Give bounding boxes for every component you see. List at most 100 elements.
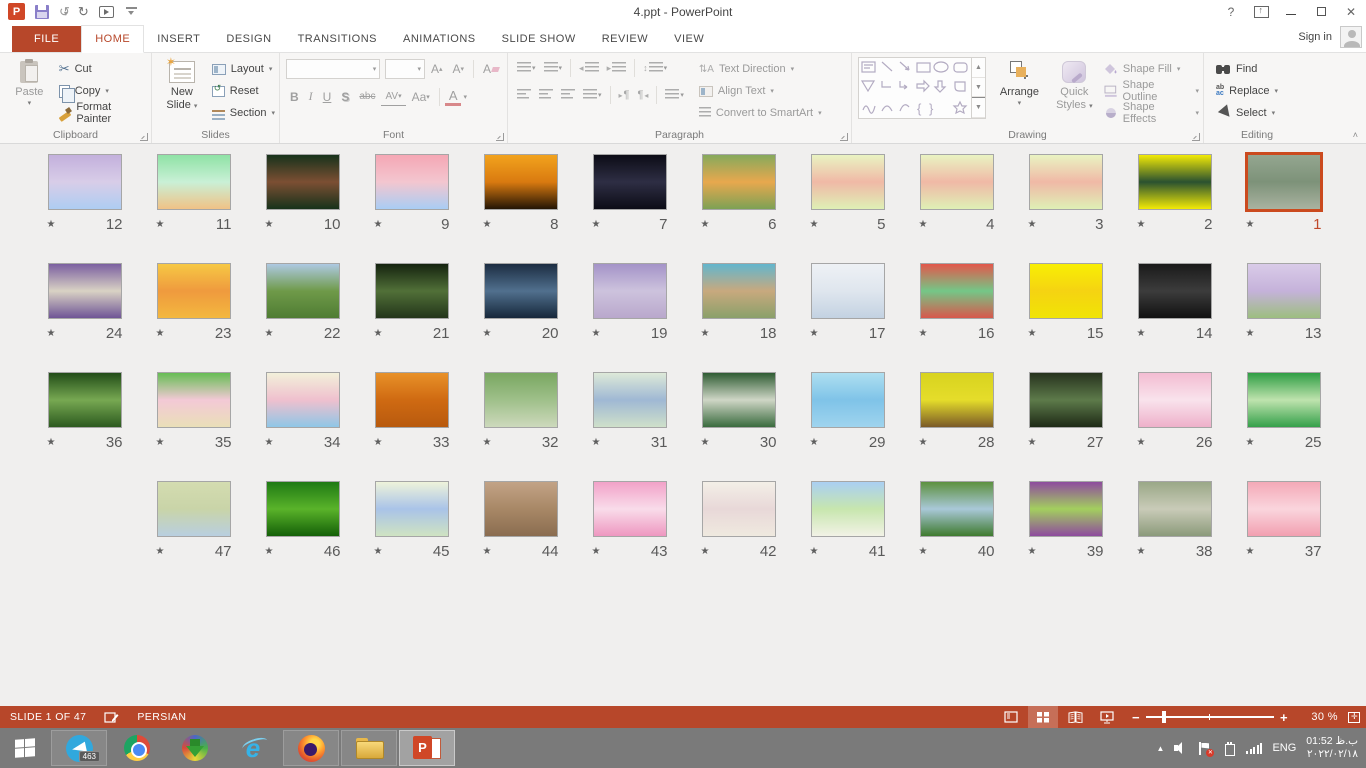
slide-thumbnail-17-child-photo-light[interactable] bbox=[811, 263, 885, 319]
slide-number-indicator[interactable]: SLIDE 1 OF 47 bbox=[10, 711, 86, 723]
slide-thumbnail-29-emoji-list-cyan[interactable] bbox=[811, 372, 885, 428]
taskbar-chrome[interactable] bbox=[109, 730, 165, 766]
slide-thumbnail-28-horse-in-yellow-field[interactable] bbox=[920, 372, 994, 428]
slide-thumbnail-46-quran-book-green[interactable] bbox=[266, 481, 340, 537]
taskbar-internet-explorer[interactable]: e bbox=[225, 730, 281, 766]
shape-gallery-scrollbar[interactable]: ▲ ▼ ▼ bbox=[971, 58, 985, 118]
slide-thumbnail-3-word-table-green-pink[interactable] bbox=[1029, 154, 1103, 210]
tab-review[interactable]: REVIEW bbox=[589, 26, 661, 52]
ribbon-display-options-button[interactable] bbox=[1246, 0, 1276, 23]
slide-thumbnail-39-table-purple-green[interactable] bbox=[1029, 481, 1103, 537]
select-caret-icon[interactable]: ▾ bbox=[1272, 109, 1276, 117]
zoom-in-button[interactable]: + bbox=[1280, 710, 1288, 725]
power-icon[interactable] bbox=[1221, 742, 1236, 754]
zoom-out-button[interactable]: − bbox=[1132, 710, 1140, 725]
slide-sorter-view-button[interactable] bbox=[1028, 706, 1058, 728]
slide-thumbnail-5-word-table-green-pink[interactable] bbox=[811, 154, 885, 210]
slide-thumbnail-43-table-pink[interactable] bbox=[593, 481, 667, 537]
select-button[interactable]: Select▾ bbox=[1216, 104, 1306, 122]
slide-thumbnail-31-two-photos-light[interactable] bbox=[593, 372, 667, 428]
slide-thumbnail-26-blossom-pink[interactable] bbox=[1138, 372, 1212, 428]
slide-thumbnail-15-sunflowers-yellow[interactable] bbox=[1029, 263, 1103, 319]
start-from-beginning-icon[interactable] bbox=[99, 6, 114, 18]
slide-thumbnail-8-horses-sunset[interactable] bbox=[484, 154, 558, 210]
slide-thumbnail-12-text-purple-blue[interactable] bbox=[48, 154, 122, 210]
slide-thumbnail-7-night-tower-photo[interactable] bbox=[593, 154, 667, 210]
slide-thumbnail-40-lake-landscape[interactable] bbox=[920, 481, 994, 537]
collapse-ribbon-icon[interactable]: ˄ bbox=[1353, 130, 1358, 140]
undo-button[interactable]: ↺▾ bbox=[59, 3, 68, 21]
replace-caret-icon[interactable]: ▾ bbox=[1275, 87, 1279, 95]
slide-thumbnail-27-waterfall-dark[interactable] bbox=[1029, 372, 1103, 428]
tab-file[interactable]: FILE bbox=[12, 26, 81, 52]
slide-thumbnail-18-village-house-teal[interactable] bbox=[702, 263, 776, 319]
tab-slide-show[interactable]: SLIDE SHOW bbox=[489, 26, 589, 52]
zoom-slider[interactable] bbox=[1146, 716, 1274, 718]
customize-qat-icon[interactable] bbox=[126, 7, 137, 16]
slide-thumbnail-6-word-cards-on-green[interactable] bbox=[702, 154, 776, 210]
drawing-dialog-launcher-icon[interactable] bbox=[1192, 133, 1200, 141]
slide-thumbnail-19-mosque-crowd-purple[interactable] bbox=[593, 263, 667, 319]
slide-thumbnail-1-foggy-road-title-slide[interactable] bbox=[1245, 152, 1323, 212]
format-painter-button[interactable]: Format Painter bbox=[59, 104, 147, 122]
save-icon[interactable] bbox=[35, 5, 49, 19]
slide-thumbnail-22-green-hills-sky[interactable] bbox=[266, 263, 340, 319]
action-center-flag-icon[interactable]: ✕ bbox=[1198, 742, 1211, 755]
slide-thumbnail-33-sunset-sea[interactable] bbox=[375, 372, 449, 428]
slide-thumbnail-32-hillside-people[interactable] bbox=[484, 372, 558, 428]
redo-icon[interactable]: ↻ bbox=[78, 4, 89, 20]
slide-thumbnail-24-building-on-purple[interactable] bbox=[48, 263, 122, 319]
slide-thumbnail-35-table-green-pink[interactable] bbox=[157, 372, 231, 428]
slide-thumbnail-23-photo-table-yellow[interactable] bbox=[157, 263, 231, 319]
taskbar-file-explorer[interactable] bbox=[341, 730, 397, 766]
slide-thumbnail-10-horse-photo-oval[interactable] bbox=[266, 154, 340, 210]
copy-caret-icon[interactable]: ▾ bbox=[105, 87, 109, 95]
slide-thumbnail-47-text-olive[interactable] bbox=[157, 481, 231, 537]
account-avatar-icon[interactable] bbox=[1340, 26, 1362, 48]
taskbar-telegram[interactable]: 463 bbox=[51, 730, 107, 766]
replace-button[interactable]: abacReplace▾ bbox=[1216, 82, 1306, 100]
shape-gallery-more-icon[interactable]: ▼ bbox=[972, 97, 985, 118]
language-indicator[interactable]: PERSIAN bbox=[137, 711, 186, 723]
slide-thumbnail-4-word-table-green-pink[interactable] bbox=[920, 154, 994, 210]
slide-thumbnail-16-chart-red-green[interactable] bbox=[920, 263, 994, 319]
taskbar-powerpoint[interactable]: P bbox=[399, 730, 455, 766]
keyboard-language-indicator[interactable]: ENG bbox=[1272, 742, 1296, 754]
slide-thumbnail-42-text-columns-light[interactable] bbox=[702, 481, 776, 537]
section-caret-icon[interactable]: ▾ bbox=[271, 109, 275, 117]
normal-view-button[interactable] bbox=[996, 706, 1026, 728]
taskbar-idm[interactable] bbox=[167, 730, 223, 766]
slide-thumbnail-34-striped-text-pastel[interactable] bbox=[266, 372, 340, 428]
taskbar-firefox[interactable] bbox=[283, 730, 339, 766]
paragraph-dialog-launcher-icon[interactable] bbox=[840, 133, 848, 141]
find-button[interactable]: Find bbox=[1216, 60, 1306, 78]
spell-check-icon[interactable] bbox=[104, 711, 119, 724]
slide-thumbnail-45-striped-list-light[interactable] bbox=[375, 481, 449, 537]
restore-button[interactable] bbox=[1306, 0, 1336, 23]
slide-thumbnail-37-rows-on-pink[interactable] bbox=[1247, 481, 1321, 537]
shape-gallery-down-icon[interactable]: ▼ bbox=[972, 78, 985, 98]
slide-thumbnail-9-text-pink-blue[interactable] bbox=[375, 154, 449, 210]
slide-thumbnail-20-quran-dark-blue[interactable] bbox=[484, 263, 558, 319]
slide-thumbnail-14-praying-hands-dark[interactable] bbox=[1138, 263, 1212, 319]
slide-thumbnail-41-columns-blue-green[interactable] bbox=[811, 481, 885, 537]
slide-thumbnail-36-river-forest-framed[interactable] bbox=[48, 372, 122, 428]
tab-animations[interactable]: ANIMATIONS bbox=[390, 26, 489, 52]
tab-design[interactable]: DESIGN bbox=[213, 26, 284, 52]
start-button[interactable] bbox=[0, 728, 50, 768]
shape-gallery-up-icon[interactable]: ▲ bbox=[972, 58, 985, 78]
reset-button[interactable]: Reset bbox=[212, 82, 275, 100]
minimize-button[interactable] bbox=[1276, 0, 1306, 23]
clipboard-dialog-launcher-icon[interactable] bbox=[140, 133, 148, 141]
help-button[interactable]: ? bbox=[1216, 0, 1246, 23]
new-slide-button[interactable]: NewSlide ▾ bbox=[158, 57, 206, 125]
copy-button[interactable]: Copy▾ bbox=[59, 82, 147, 100]
clock[interactable]: 01:52 ب.ظ ۲۰۲۲/۰۲/۱۸ bbox=[1306, 735, 1358, 761]
sign-in-label[interactable]: Sign in bbox=[1298, 31, 1332, 43]
section-button[interactable]: Section▾ bbox=[212, 104, 275, 122]
close-button[interactable]: ✕ bbox=[1336, 0, 1366, 23]
slide-thumbnail-30-mountain-building[interactable] bbox=[702, 372, 776, 428]
font-dialog-launcher-icon[interactable] bbox=[496, 133, 504, 141]
cut-button[interactable]: ✂Cut bbox=[59, 60, 147, 78]
fit-slide-to-window-icon[interactable] bbox=[1348, 712, 1360, 723]
